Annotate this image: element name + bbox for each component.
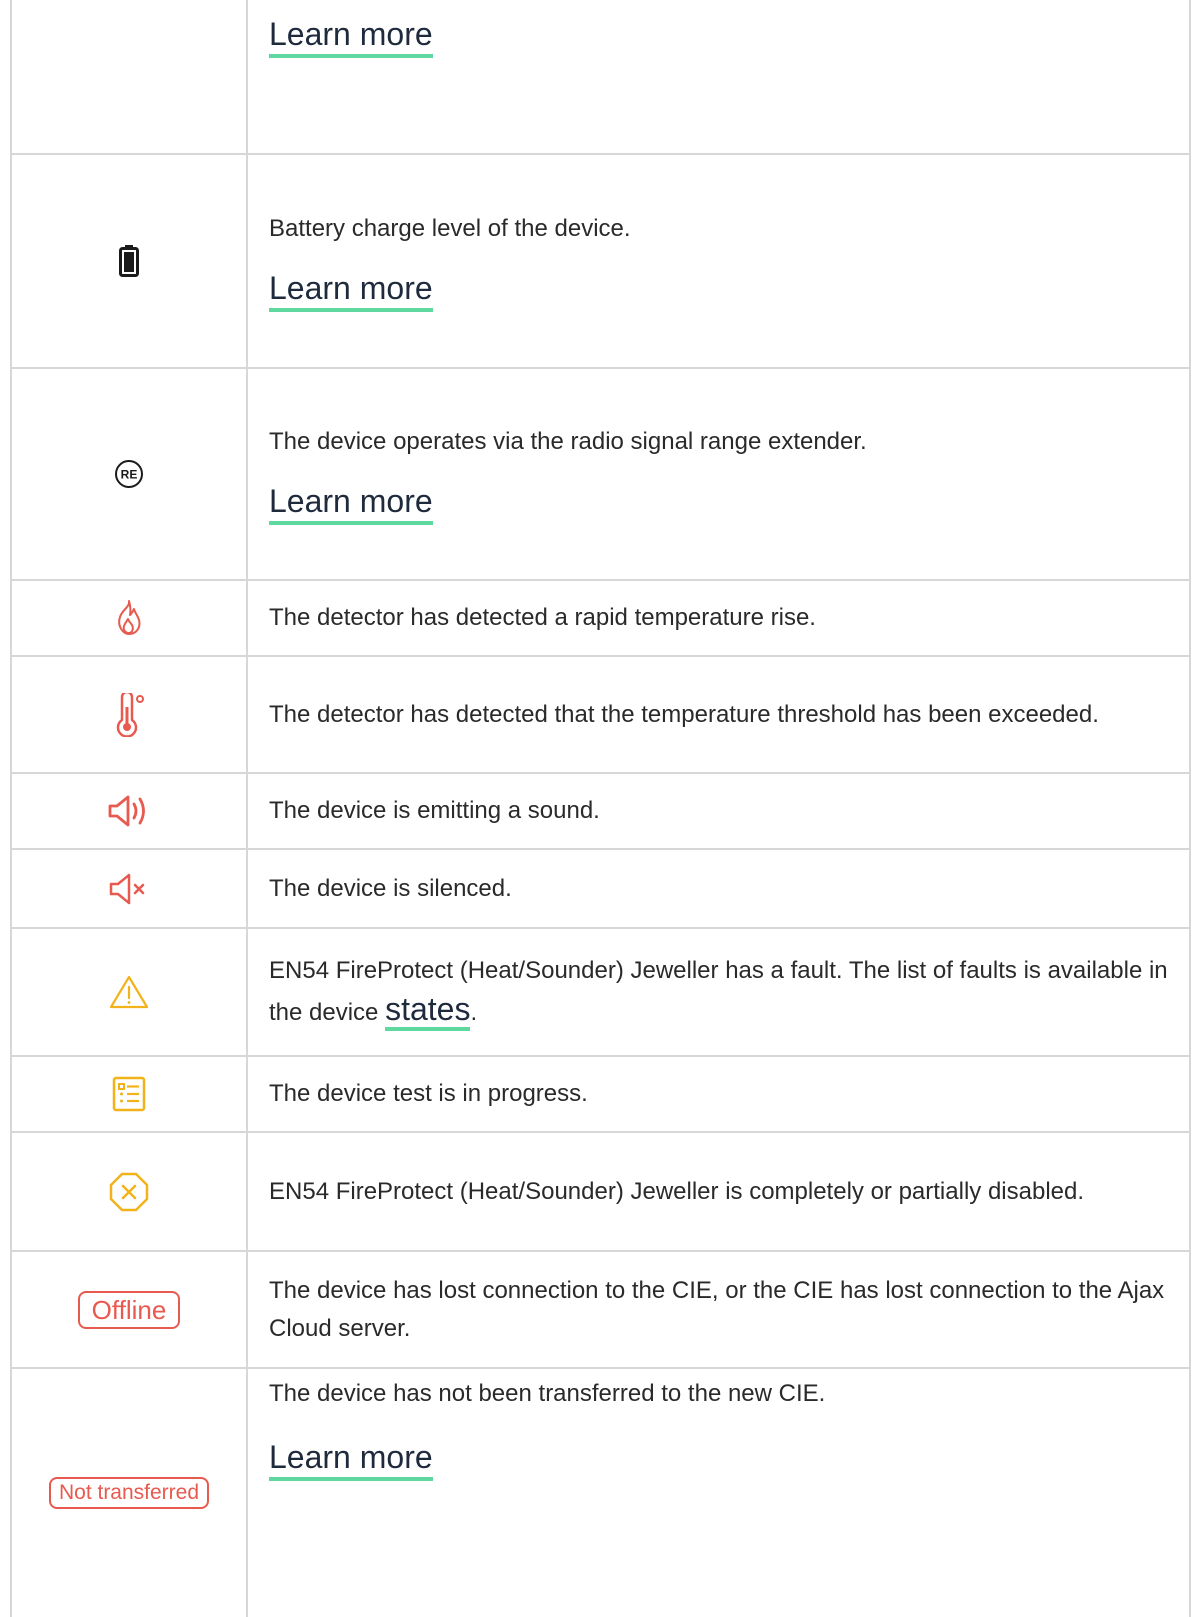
text-cell: Battery charge level of the device. Lear…	[269, 155, 1171, 367]
row-description: The detector has detected that the tempe…	[269, 700, 1099, 728]
icon-cell: Not transferred	[12, 1369, 248, 1617]
text-cell: The device test is in progress.	[269, 1057, 1171, 1131]
table-row: RE The device operates via the radio sig…	[12, 369, 1189, 581]
text-cell: The device operates via the radio signal…	[269, 369, 1171, 579]
row-description: The detector has detected a rapid temper…	[269, 604, 816, 631]
icon-cell: Offline	[12, 1252, 248, 1367]
table-row: EN54 FireProtect (Heat/Sounder) Jeweller…	[12, 1133, 1189, 1252]
icon-cell	[12, 1057, 248, 1131]
warning-icon	[109, 975, 149, 1009]
table-row: The detector has detected that the tempe…	[12, 657, 1189, 774]
table-row: The detector has detected a rapid temper…	[12, 581, 1189, 657]
icon-cell	[12, 155, 248, 367]
table-row: Offline The device has lost connection t…	[12, 1252, 1189, 1369]
text-cell: The device has lost connection to the CI…	[269, 1252, 1171, 1367]
table-row: Not transferred The device has not been …	[12, 1369, 1189, 1617]
row-description: EN54 FireProtect (Heat/Sounder) Jeweller…	[269, 1177, 1085, 1205]
learn-more-link[interactable]: Learn more	[269, 1439, 433, 1481]
row-description: The device test is in progress.	[269, 1080, 588, 1107]
icon-cell	[12, 0, 248, 153]
icon-cell	[12, 929, 248, 1055]
text-cell: The device is emitting a sound.	[269, 774, 1171, 848]
row-description: Battery charge level of the device.	[269, 215, 631, 242]
row-description: The device has lost connection to the CI…	[269, 1276, 1165, 1342]
row-description: The device has not been transferred to t…	[269, 1380, 826, 1407]
text-cell: The device has not been transferred to t…	[269, 1369, 1171, 1617]
fault-description-end: .	[470, 999, 478, 1026]
table-row: Learn more	[12, 0, 1189, 155]
table-row: The device test is in progress.	[12, 1057, 1189, 1133]
battery-icon	[119, 245, 139, 277]
speaker-sound-icon	[108, 795, 145, 827]
row-description: The device operates via the radio signal…	[269, 428, 867, 455]
learn-more-link[interactable]: Learn more	[269, 483, 433, 525]
thermometer-icon	[116, 692, 144, 737]
text-cell: The detector has detected that the tempe…	[269, 657, 1171, 772]
text-cell: The device is silenced.	[269, 850, 1171, 927]
text-cell: Learn more	[269, 0, 1171, 153]
table-row: EN54 FireProtect (Heat/Sounder) Jeweller…	[12, 929, 1189, 1057]
offline-badge: Offline	[77, 1290, 181, 1329]
table-row: The device is silenced.	[12, 850, 1189, 929]
not-transferred-badge: Not transferred	[48, 1477, 210, 1509]
table-row: Battery charge level of the device. Lear…	[12, 155, 1189, 369]
icon-cell	[12, 657, 248, 772]
row-description: EN54 FireProtect (Heat/Sounder) Jeweller…	[269, 950, 1171, 1034]
device-icons-table: Learn more Battery charge level of the d…	[10, 0, 1191, 1617]
row-description: The device is emitting a sound.	[269, 797, 600, 824]
row-description: The device is silenced.	[269, 874, 512, 902]
icon-cell	[12, 581, 248, 655]
learn-more-link[interactable]: Learn more	[269, 270, 433, 312]
flame-icon	[118, 600, 141, 635]
states-link[interactable]: states	[385, 993, 471, 1031]
disabled-icon	[109, 1172, 149, 1211]
table-row: The device is emitting a sound.	[12, 774, 1189, 850]
icon-cell: RE	[12, 369, 248, 579]
icon-cell	[12, 774, 248, 848]
icon-cell	[12, 1133, 248, 1250]
text-cell: The detector has detected a rapid temper…	[269, 581, 1171, 655]
range-extender-icon-label: RE	[121, 468, 138, 482]
speaker-muted-icon	[109, 873, 145, 904]
learn-more-link[interactable]: Learn more	[269, 16, 433, 58]
icon-cell	[12, 850, 248, 927]
text-cell: EN54 FireProtect (Heat/Sounder) Jeweller…	[269, 1133, 1171, 1250]
text-cell: EN54 FireProtect (Heat/Sounder) Jeweller…	[269, 929, 1171, 1055]
test-list-icon	[112, 1076, 146, 1112]
range-extender-icon: RE	[115, 460, 143, 488]
